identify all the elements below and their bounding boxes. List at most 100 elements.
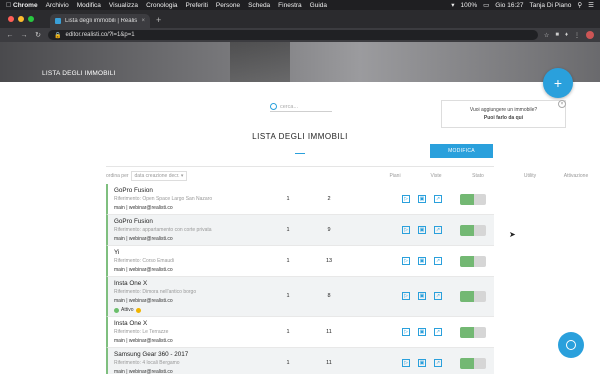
address-bar[interactable]: 🔒 editor.realisti.co/?l=1&p=1 <box>48 30 538 40</box>
menu-guida[interactable]: Guida <box>310 2 327 9</box>
col-stato: Stato <box>472 172 484 179</box>
puzzle-icon[interactable]: ♦ <box>565 32 568 39</box>
menu-scheda[interactable]: Scheda <box>248 2 270 9</box>
property-name[interactable]: GoPro Fusion <box>114 218 153 225</box>
open-external-icon[interactable]: ↗ <box>434 328 442 336</box>
activation-toggle[interactable] <box>460 291 486 302</box>
property-name[interactable]: Samsung Gear 360 - 2017 <box>114 351 188 358</box>
back-icon[interactable]: ← <box>6 32 14 39</box>
menu-preferiti[interactable]: Preferiti <box>186 2 208 9</box>
floors-count: 1 <box>286 227 290 233</box>
image-icon[interactable]: ▣ <box>418 328 426 336</box>
browser-toolbar: ← → ↻ 🔒 editor.realisti.co/?l=1&p=1 ☆ ■ … <box>0 28 600 42</box>
table-row[interactable]: Insta One X Riferimento: Dimora nell'anti… <box>106 277 494 317</box>
open-external-icon[interactable]: ↗ <box>434 292 442 300</box>
preview-icon[interactable]: ▷ <box>402 328 410 336</box>
zoom-window-button[interactable] <box>28 16 34 22</box>
open-external-icon[interactable]: ↗ <box>434 195 442 203</box>
search-input[interactable]: cerca... <box>270 102 332 112</box>
preview-icon[interactable]: ▷ <box>402 195 410 203</box>
menu-persone[interactable]: Persone <box>216 2 240 9</box>
activation-toggle[interactable] <box>460 358 486 369</box>
activation-toggle[interactable] <box>460 194 486 205</box>
image-icon[interactable]: ▣ <box>418 226 426 234</box>
preview-icon[interactable]: ▷ <box>402 257 410 265</box>
property-owner: main | webinar@realisti.co <box>114 298 173 304</box>
property-name[interactable]: Insta One X <box>114 320 147 327</box>
modifica-button[interactable]: MODIFICA <box>430 144 493 158</box>
image-icon[interactable]: ▣ <box>418 292 426 300</box>
property-name[interactable]: Insta One X <box>114 280 147 287</box>
window-controls <box>0 16 42 28</box>
tab-title: Lista degli immobili | Realisti.co <box>65 18 138 24</box>
floors-count: 1 <box>286 360 290 366</box>
apple-icon[interactable]:  <box>6 2 13 9</box>
table-row[interactable]: Samsung Gear 360 - 2017 Riferimento: 4 lo… <box>106 348 494 374</box>
browser-tab[interactable]: Lista degli immobili | Realisti.co × <box>50 14 150 28</box>
close-tooltip-icon[interactable]: × <box>558 100 566 108</box>
clock[interactable]: Gio 16:27 <box>495 2 523 9</box>
property-reference: Riferimento: Corso Emaudi <box>114 258 175 264</box>
browser-tab-bar: Lista degli immobili | Realisti.co × + <box>0 10 600 28</box>
preview-icon[interactable]: ▷ <box>402 226 410 234</box>
property-name[interactable]: GoPro Fusion <box>114 187 153 194</box>
profile-avatar[interactable] <box>586 31 594 39</box>
property-owner: main | webinar@realisti.co <box>114 236 173 242</box>
menu-icon[interactable]: ⋮ <box>574 32 580 39</box>
property-list: GoPro Fusion Riferimento: Open Space Larg… <box>106 184 494 374</box>
open-external-icon[interactable]: ↗ <box>434 359 442 367</box>
wifi-icon[interactable]: ▾ <box>451 1 454 9</box>
lock-icon: 🔒 <box>54 32 62 39</box>
chat-button[interactable] <box>558 332 584 358</box>
menu-finestra[interactable]: Finestra <box>278 2 301 9</box>
user-name[interactable]: Tanja Di Piano <box>529 2 571 9</box>
table-row[interactable]: Yi Riferimento: Corso Emaudi main | webina… <box>106 246 494 277</box>
open-external-icon[interactable]: ↗ <box>434 226 442 234</box>
tooltip-action: Puoi farlo da qui <box>483 115 524 121</box>
star-icon[interactable]: ☆ <box>544 32 549 39</box>
utility-icons: ▷ ▣ ↗ <box>402 328 442 336</box>
image-icon[interactable]: ▣ <box>418 195 426 203</box>
extension-icon[interactable]: ■ <box>555 32 559 39</box>
minimize-window-button[interactable] <box>18 16 24 22</box>
menu-modifica[interactable]: Modifica <box>77 2 101 9</box>
mac-menu-bar:  Chrome Archivio Modifica Visualizza Cr… <box>0 0 600 10</box>
menu-visualizza[interactable]: Visualizza <box>109 2 138 9</box>
image-icon[interactable]: ▣ <box>418 359 426 367</box>
search-placeholder: cerca... <box>280 103 299 110</box>
activation-toggle[interactable] <box>460 256 486 267</box>
menu-cronologia[interactable]: Cronologia <box>146 2 177 9</box>
views-count: 11 <box>326 360 332 366</box>
sort-select[interactable]: data creazione decr. ▾ <box>130 170 188 181</box>
views-count: 11 <box>326 329 332 335</box>
list-icon[interactable]: ☰ <box>588 1 594 9</box>
forward-icon[interactable]: → <box>20 32 28 39</box>
battery-icon[interactable]: ▭ <box>483 1 489 9</box>
activation-toggle[interactable] <box>460 327 486 338</box>
menu-archivio[interactable]: Archivio <box>46 2 69 9</box>
add-property-button[interactable]: + <box>543 68 573 98</box>
property-owner: main | webinar@realisti.co <box>114 205 173 211</box>
table-header: ordina per data creazione decr. ▾ Piani … <box>106 166 588 184</box>
search-icon[interactable]: ⚲ <box>577 1 582 9</box>
sort-label: ordina per <box>106 172 129 179</box>
preview-icon[interactable]: ▷ <box>402 359 410 367</box>
page: LISTA DEGLI IMMOBILI + cerca... Vuoi agg… <box>0 42 600 374</box>
status-dot-icon <box>114 307 119 313</box>
new-tab-button[interactable]: + <box>156 15 161 25</box>
image-icon[interactable]: ▣ <box>418 257 426 265</box>
table-row[interactable]: GoPro Fusion Riferimento: appartamento co… <box>106 215 494 246</box>
sort-value: data creazione decr. <box>134 172 180 179</box>
views-count: 8 <box>327 293 331 299</box>
close-tab-icon[interactable]: × <box>141 18 145 24</box>
menu-app-name[interactable]: Chrome <box>13 2 38 9</box>
activation-toggle[interactable] <box>460 225 486 236</box>
battery-level[interactable]: 100% <box>461 2 478 9</box>
property-name[interactable]: Yi <box>114 249 119 256</box>
preview-icon[interactable]: ▷ <box>402 292 410 300</box>
table-row[interactable]: GoPro Fusion Riferimento: Open Space Larg… <box>106 184 494 215</box>
close-window-button[interactable] <box>8 16 14 22</box>
table-row[interactable]: Insta One X Riferimento: Le Terrazze main … <box>106 317 494 348</box>
open-external-icon[interactable]: ↗ <box>434 257 442 265</box>
reload-icon[interactable]: ↻ <box>34 31 42 39</box>
